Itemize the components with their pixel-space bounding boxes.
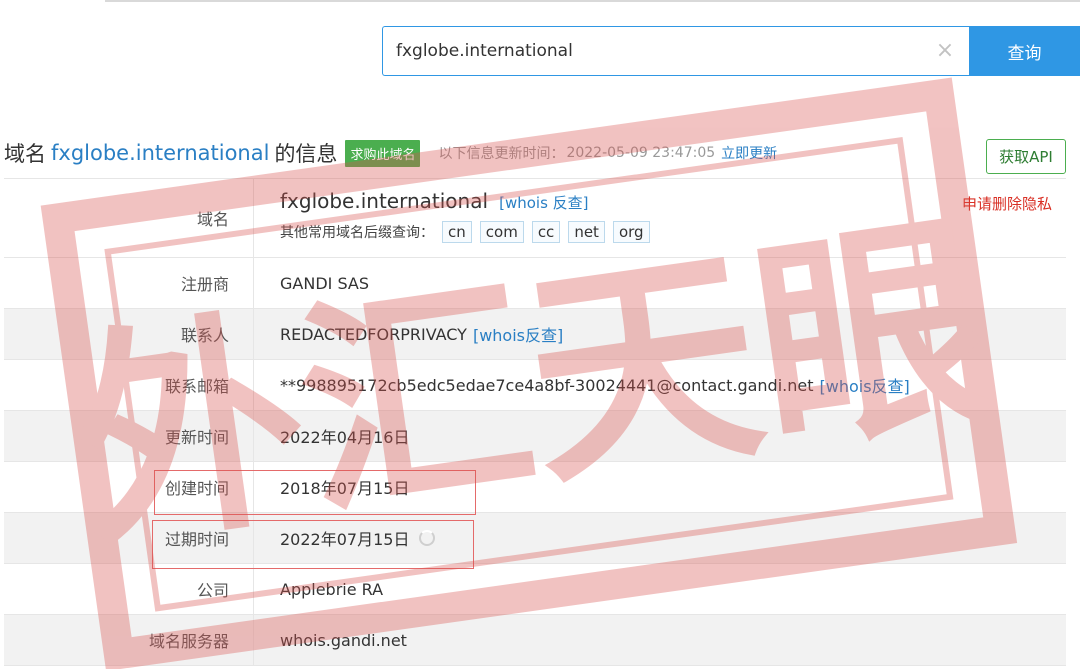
row-label: 联系邮箱 [4,360,254,410]
row-label: 域名服务器 [4,615,254,665]
company-value: Applebrie RA [280,579,384,599]
search-input[interactable] [383,27,923,75]
search-bar: × 查询 [382,26,1080,76]
heading-domain[interactable]: fxglobe.international [51,141,269,165]
table-row-registrar: 注册商 GANDI SAS [4,258,1066,309]
search-button[interactable]: 查询 [969,26,1080,76]
updated-value: 2022年04月16日 [280,428,410,447]
email-whois-link[interactable]: [whois反查] [820,373,910,397]
nameserver-value: whois.gandi.net [280,630,407,650]
table-row-updated: 更新时间 2022年04月16日 [4,411,1066,462]
row-label: 注册商 [4,258,254,308]
page-heading: 域名 fxglobe.international 的信息 求购此域名 以下信息更… [4,138,777,168]
heading-prefix: 域名 [4,142,46,166]
row-value: fxglobe.international [whois 反查] 其他常用域名后… [254,179,1066,257]
row-value: whois.gandi.net [254,615,1066,665]
row-label: 联系人 [4,309,254,359]
row-value: GANDI SAS [254,258,1066,308]
get-api-button[interactable]: 获取API [986,139,1066,174]
suffix-com[interactable]: com [479,221,524,243]
update-now-link[interactable]: 立即更新 [721,143,777,163]
contact-value: REDACTEDFORPRIVACY [280,324,467,344]
suffix-cn[interactable]: cn [442,221,472,243]
update-label: 以下信息更新时间： [438,146,565,162]
row-label: 更新时间 [4,411,254,461]
top-divider [105,0,1080,2]
table-row-nameserver: 域名服务器 whois.gandi.net [4,615,1066,666]
whois-table: 域名 fxglobe.international [whois 反查] 其他常用… [4,178,1066,666]
buy-domain-badge[interactable]: 求购此域名 [345,139,421,167]
search-box: × [382,26,969,76]
highlight-created-box [154,470,476,515]
contact-whois-link[interactable]: [whois反查] [473,322,563,346]
suffix-net[interactable]: net [568,221,605,243]
remove-privacy-link[interactable]: 申请删除隐私 [962,193,1052,214]
update-time: 2022-05-09 23:47:05 [566,145,716,161]
row-value: Applebrie RA [254,564,1066,614]
email-value: **998895172cb5edc5edae7ce4a8bf-30024441@… [280,375,814,395]
table-row-contact: 联系人 REDACTEDFORPRIVACY [whois反查] [4,309,1066,360]
row-value: REDACTEDFORPRIVACY [whois反查] [254,309,1066,359]
row-label: 域名 [4,179,254,257]
table-row-email: 联系邮箱 **998895172cb5edc5edae7ce4a8bf-3002… [4,360,1066,411]
suffix-cc[interactable]: cc [531,221,561,243]
table-row-domain: 域名 fxglobe.international [whois 反查] 其他常用… [4,179,1066,258]
domain-value: fxglobe.international [280,189,489,213]
row-value: **998895172cb5edc5edae7ce4a8bf-30024441@… [254,360,1066,410]
heading-suffix: 的信息 [274,142,338,166]
registrar-value: GANDI SAS [280,273,369,293]
suffix-org[interactable]: org [612,221,650,243]
clear-icon[interactable]: × [933,39,957,63]
table-row-company: 公司 Applebrie RA [4,564,1066,615]
whois-reverse-link[interactable]: [whois 反查] [499,194,588,212]
row-label: 公司 [4,564,254,614]
highlight-expires-box [152,520,474,569]
row-value: 2022年04月16日 [254,411,1066,461]
suffix-label: 其他常用域名后缀查询： [280,225,434,241]
suffix-query: 其他常用域名后缀查询： cn com cc net org [280,221,650,243]
